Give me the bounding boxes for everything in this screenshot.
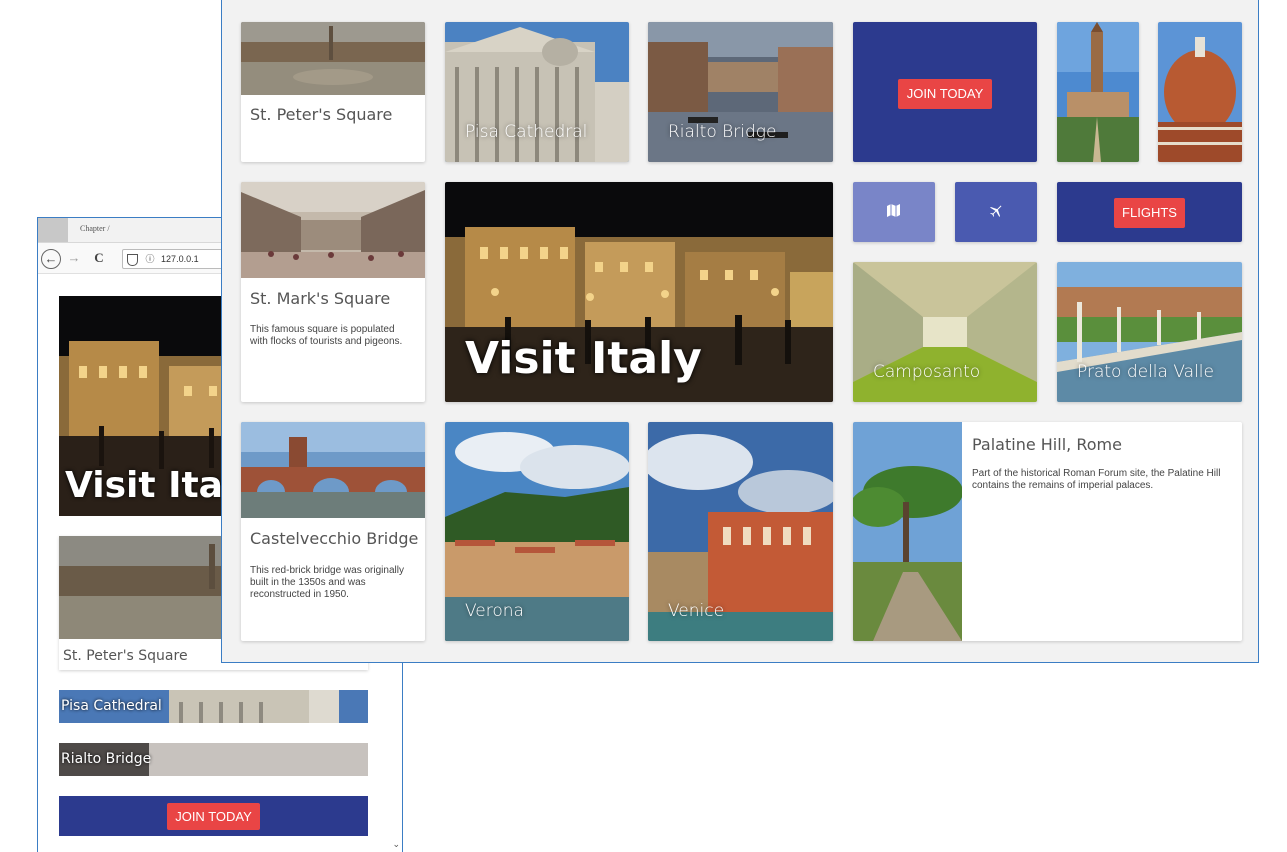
- tab-title[interactable]: Chapter /: [80, 224, 110, 233]
- join-card: JOIN TODAY: [59, 796, 368, 836]
- join-today-button[interactable]: JOIN TODAY: [898, 79, 992, 109]
- rialto-title: Rialto Bridge: [668, 122, 777, 142]
- prato-card[interactable]: Prato della Valle: [1057, 262, 1242, 402]
- scroll-down-icon[interactable]: ⌄: [392, 839, 400, 850]
- flights-button[interactable]: FLIGHTS: [1114, 198, 1185, 228]
- st-marks-image: [241, 182, 425, 278]
- palatine-hill-image: [853, 422, 962, 641]
- pisa-card[interactable]: Pisa Cathedral: [59, 690, 368, 723]
- desktop-browser-window: St. Peter's Square Pisa Cathedral Rialto…: [221, 0, 1259, 663]
- st-peters-title: St. Peter's Square: [250, 105, 393, 124]
- st-marks-card[interactable]: St. Mark's Square This famous square is …: [241, 182, 425, 402]
- verona-title: Verona: [465, 601, 524, 621]
- venice-card[interactable]: Venice: [648, 422, 833, 641]
- duomo-card[interactable]: [1158, 22, 1242, 162]
- join-today-button[interactable]: JOIN TODAY: [167, 803, 260, 830]
- flight-icon-card[interactable]: [955, 182, 1037, 242]
- tab-favicon-area: [38, 218, 68, 242]
- pisa-card[interactable]: Pisa Cathedral: [445, 22, 629, 162]
- info-icon[interactable]: ⓘ: [146, 254, 155, 264]
- forward-icon[interactable]: →: [65, 249, 83, 267]
- palatine-description: Part of the historical Roman Forum site,…: [972, 468, 1221, 491]
- camposanto-title: Camposanto: [873, 362, 981, 382]
- st-peters-card[interactable]: St. Peter's Square: [241, 22, 425, 162]
- st-peters-title: St. Peter's Square: [63, 648, 188, 664]
- st-peters-image: [241, 22, 425, 95]
- prato-title: Prato della Valle: [1077, 362, 1214, 382]
- venice-title: Venice: [668, 601, 725, 621]
- verona-card[interactable]: Verona: [445, 422, 629, 641]
- palatine-title: Palatine Hill, Rome: [972, 435, 1122, 454]
- pisa-title: Pisa Cathedral: [61, 698, 162, 714]
- airplane-icon[interactable]: [990, 204, 1003, 220]
- st-marks-title: St. Mark's Square: [250, 289, 391, 308]
- tower-card[interactable]: [1057, 22, 1139, 162]
- join-card: JOIN TODAY: [853, 22, 1037, 162]
- shield-icon[interactable]: [127, 253, 138, 266]
- castelvecchio-image: [241, 422, 425, 518]
- rialto-card[interactable]: Rialto Bridge: [59, 743, 368, 776]
- tower-image: [1057, 22, 1139, 162]
- reload-icon[interactable]: C: [90, 249, 108, 267]
- rialto-card[interactable]: Rialto Bridge: [648, 22, 833, 162]
- map-icon[interactable]: [887, 204, 900, 220]
- camposanto-card[interactable]: Camposanto: [853, 262, 1037, 402]
- flights-card: FLIGHTS: [1057, 182, 1242, 242]
- hero-title: Visit Italy: [465, 333, 702, 384]
- rialto-title: Rialto Bridge: [61, 751, 152, 767]
- hero-card: Visit Italy: [445, 182, 833, 402]
- castelvecchio-title: Castelvecchio Bridge: [250, 529, 419, 548]
- palatine-card[interactable]: Palatine Hill, Rome Part of the historic…: [853, 422, 1242, 641]
- st-marks-description: This famous square is populated with flo…: [250, 324, 403, 347]
- map-card[interactable]: [853, 182, 935, 242]
- castelvecchio-description: This red-brick bridge was originally bui…: [250, 565, 404, 600]
- pisa-title: Pisa Cathedral: [465, 122, 588, 142]
- duomo-image: [1158, 22, 1242, 162]
- back-icon[interactable]: ←: [41, 249, 61, 269]
- url-text: 127.0.0.1: [161, 254, 199, 264]
- castelvecchio-card[interactable]: Castelvecchio Bridge This red-brick brid…: [241, 422, 425, 641]
